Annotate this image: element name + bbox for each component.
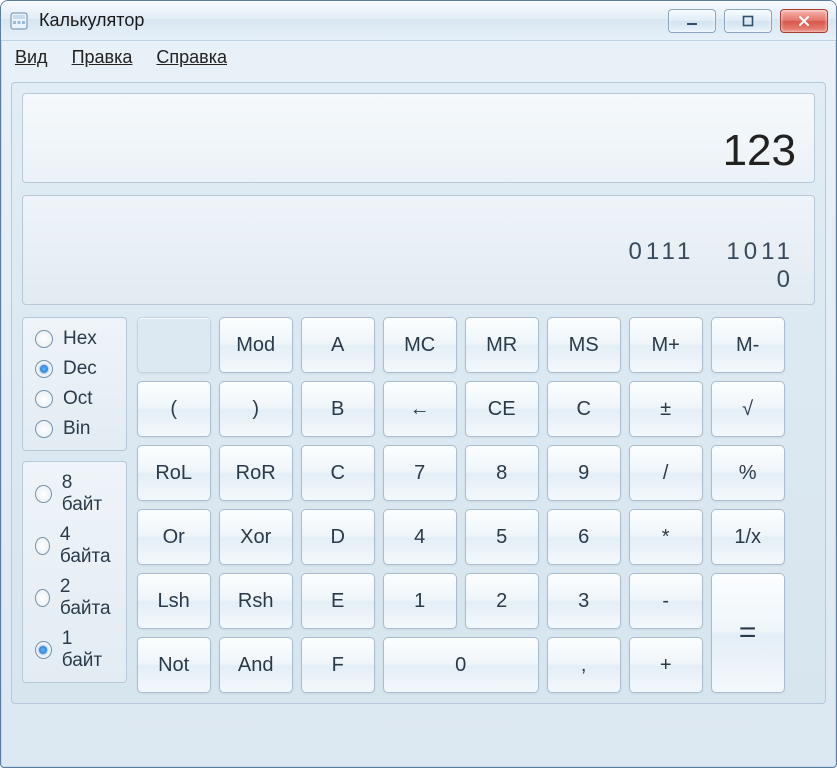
radio-8byte[interactable]: 8 байт xyxy=(35,472,114,516)
key-3[interactable]: 3 xyxy=(547,573,621,629)
key-ms[interactable]: MS xyxy=(547,317,621,373)
menu-help[interactable]: Справка xyxy=(156,47,227,68)
key-6[interactable]: 6 xyxy=(547,509,621,565)
radio-dot-icon xyxy=(35,390,53,408)
key-blank xyxy=(137,317,211,373)
radio-label: 1 байт xyxy=(62,628,114,672)
key-not[interactable]: Not xyxy=(137,637,211,693)
radio-label: 4 байта xyxy=(60,524,114,568)
radio-bin[interactable]: Bin xyxy=(35,418,114,440)
key-lsh[interactable]: Lsh xyxy=(137,573,211,629)
key-decimal[interactable]: , xyxy=(547,637,621,693)
key-mr[interactable]: MR xyxy=(465,317,539,373)
radio-dec[interactable]: Dec xyxy=(35,358,114,380)
display-value: 123 xyxy=(723,126,796,176)
radio-label: 8 байт xyxy=(62,472,114,516)
key-multiply[interactable]: * xyxy=(629,509,703,565)
window-controls xyxy=(668,9,828,33)
key-equals[interactable]: = xyxy=(711,573,785,693)
menu-edit[interactable]: Правка xyxy=(72,47,133,68)
key-mod[interactable]: Mod xyxy=(219,317,293,373)
radio-dot-icon xyxy=(35,485,52,503)
close-button[interactable] xyxy=(780,9,828,33)
radio-dot-icon xyxy=(35,330,53,348)
menu-view[interactable]: Вид xyxy=(15,47,48,68)
key-rol[interactable]: RoL xyxy=(137,445,211,501)
key-a[interactable]: A xyxy=(301,317,375,373)
key-rsh[interactable]: Rsh xyxy=(219,573,293,629)
key-mc[interactable]: MC xyxy=(383,317,457,373)
key-d-hex[interactable]: D xyxy=(301,509,375,565)
bits-row-2: 0 xyxy=(777,266,794,294)
lower-area: Hex Dec Oct Bin 8 байт 4 байта 2 байта 1… xyxy=(22,317,815,693)
radio-label: Oct xyxy=(63,388,93,410)
radio-2byte[interactable]: 2 байта xyxy=(35,576,114,620)
key-percent[interactable]: % xyxy=(711,445,785,501)
key-clear[interactable]: C xyxy=(547,381,621,437)
key-9[interactable]: 9 xyxy=(547,445,621,501)
radio-dot-icon xyxy=(35,360,53,378)
radio-dot-icon xyxy=(35,641,52,659)
bits-panel: 0111 1011 0 xyxy=(22,195,815,305)
key-plusminus[interactable]: ± xyxy=(629,381,703,437)
key-add[interactable]: + xyxy=(629,637,703,693)
key-4[interactable]: 4 xyxy=(383,509,457,565)
key-8[interactable]: 8 xyxy=(465,445,539,501)
wordsize-group: 8 байт 4 байта 2 байта 1 байт xyxy=(22,461,127,683)
radio-label: Dec xyxy=(63,358,97,380)
key-c-hex[interactable]: C xyxy=(301,445,375,501)
client-area: 123 0111 1011 0 Hex Dec Oct Bin 8 байт 4… xyxy=(11,82,826,704)
radio-oct[interactable]: Oct xyxy=(35,388,114,410)
radio-label: Hex xyxy=(63,328,97,350)
left-column: Hex Dec Oct Bin 8 байт 4 байта 2 байта 1… xyxy=(22,317,127,693)
radio-dot-icon xyxy=(35,537,50,555)
bits-row-1: 0111 1011 xyxy=(629,238,794,266)
maximize-button[interactable] xyxy=(724,9,772,33)
window-title: Калькулятор xyxy=(39,10,668,31)
display: 123 xyxy=(22,93,815,183)
radix-group: Hex Dec Oct Bin xyxy=(22,317,127,451)
key-1[interactable]: 1 xyxy=(383,573,457,629)
calculator-icon xyxy=(9,11,29,31)
radio-hex[interactable]: Hex xyxy=(35,328,114,350)
menubar: Вид Правка Справка xyxy=(1,41,836,78)
key-ror[interactable]: RoR xyxy=(219,445,293,501)
key-2[interactable]: 2 xyxy=(465,573,539,629)
key-xor[interactable]: Xor xyxy=(219,509,293,565)
radio-label: Bin xyxy=(63,418,90,440)
key-and[interactable]: And xyxy=(219,637,293,693)
radio-1byte[interactable]: 1 байт xyxy=(35,628,114,672)
key-reciprocal[interactable]: 1/x xyxy=(711,509,785,565)
key-mminus[interactable]: M- xyxy=(711,317,785,373)
keypad: Mod A MC MR MS M+ M- ( ) B ← CE C ± √ Ro… xyxy=(137,317,837,693)
key-b[interactable]: B xyxy=(301,381,375,437)
titlebar: Калькулятор xyxy=(1,1,836,41)
key-lparen[interactable]: ( xyxy=(137,381,211,437)
key-subtract[interactable]: - xyxy=(629,573,703,629)
key-7[interactable]: 7 xyxy=(383,445,457,501)
key-sqrt[interactable]: √ xyxy=(711,381,785,437)
key-5[interactable]: 5 xyxy=(465,509,539,565)
radio-dot-icon xyxy=(35,420,53,438)
key-0[interactable]: 0 xyxy=(383,637,539,693)
key-backspace[interactable]: ← xyxy=(383,381,457,437)
key-or[interactable]: Or xyxy=(137,509,211,565)
radio-label: 2 байта xyxy=(60,576,114,620)
calculator-window: Калькулятор Вид Правка Справка 123 0111 … xyxy=(0,0,837,768)
key-mplus[interactable]: M+ xyxy=(629,317,703,373)
radio-dot-icon xyxy=(35,589,50,607)
key-f-hex[interactable]: F xyxy=(301,637,375,693)
key-ce[interactable]: CE xyxy=(465,381,539,437)
radio-4byte[interactable]: 4 байта xyxy=(35,524,114,568)
key-divide[interactable]: / xyxy=(629,445,703,501)
key-rparen[interactable]: ) xyxy=(219,381,293,437)
minimize-button[interactable] xyxy=(668,9,716,33)
key-e-hex[interactable]: E xyxy=(301,573,375,629)
